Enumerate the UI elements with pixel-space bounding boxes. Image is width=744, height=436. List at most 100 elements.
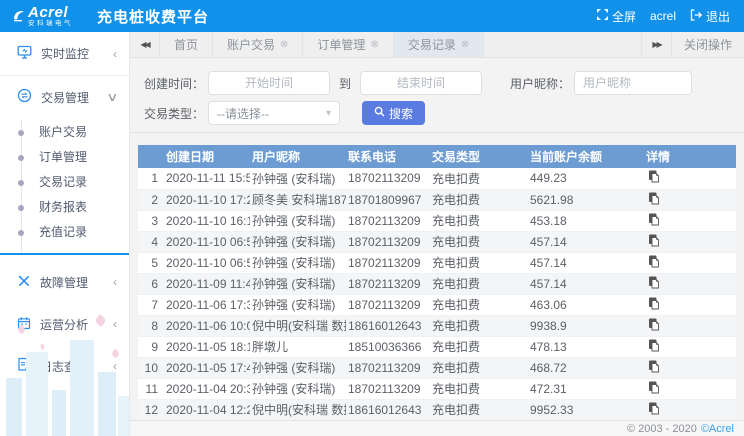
sidebar-item-label: 交易管理 xyxy=(41,89,89,106)
table-row: 1 2020-11-11 15:57:23 孙钟强 (安科瑞) 18702113… xyxy=(138,168,736,189)
page-title: 充电桩收费平台 xyxy=(97,6,209,27)
sidebar-subitem-transaction-record[interactable]: 交易记录 xyxy=(0,170,129,195)
current-username[interactable]: acrel xyxy=(650,9,676,23)
sidebar-item-label: 实时监控 xyxy=(41,45,89,62)
sidebar-item-transaction-mgmt[interactable]: 交易管理 ∨ xyxy=(0,76,129,118)
tab-close-icon[interactable]: ⊗ xyxy=(370,40,378,50)
col-phone: 联系电话 xyxy=(346,145,430,168)
cell-transaction-type: 充电扣费 xyxy=(430,357,528,378)
nickname-input[interactable] xyxy=(574,71,692,95)
acrel-footer-link[interactable]: ©Acrel xyxy=(701,423,734,435)
logout-label: 退出 xyxy=(706,8,730,25)
app-header: Acrel 安科瑞电气 充电桩收费平台 全屏 acrel 退出 xyxy=(0,0,744,32)
cell-balance: 9952.33 xyxy=(528,399,644,420)
sidebar-subitem-account-transaction[interactable]: 账户交易 xyxy=(0,120,129,145)
end-time-input[interactable] xyxy=(360,71,482,95)
cell-balance: 457.14 xyxy=(528,231,644,252)
row-index: 12 xyxy=(138,399,164,420)
detail-copy-icon[interactable] xyxy=(648,276,660,289)
detail-copy-icon[interactable] xyxy=(648,192,660,205)
chevron-down-icon: ∨ xyxy=(106,90,118,104)
cell-balance: 468.72 xyxy=(528,357,644,378)
col-create-date: 创建日期 xyxy=(164,145,250,168)
table-row: 11 2020-11-04 20:37:02 孙钟强 (安科瑞) 1870211… xyxy=(138,378,736,399)
brand-logo: Acrel 安科瑞电气 xyxy=(0,5,83,28)
cell-transaction-type: 充电扣费 xyxy=(430,294,528,315)
table-row: 3 2020-11-10 16:18:58 孙钟强 (安科瑞) 18702113… xyxy=(138,210,736,231)
cell-create-date: 2020-11-10 16:18:58 xyxy=(164,210,250,231)
table-row: 8 2020-11-06 10:02:33 倪中明(安科瑞 数据部)18 186… xyxy=(138,315,736,336)
brand-name: Acrel xyxy=(28,5,73,20)
fullscreen-button[interactable]: 全屏 xyxy=(597,8,636,25)
cell-transaction-type: 充电扣费 xyxy=(430,189,528,210)
cell-phone: 18701809967 xyxy=(346,189,430,210)
logout-button[interactable]: 退出 xyxy=(690,8,730,25)
fault-tools-icon xyxy=(17,274,31,291)
detail-copy-icon[interactable] xyxy=(648,360,660,373)
close-operations-button[interactable]: 关闭操作 xyxy=(671,32,744,57)
cell-balance: 457.14 xyxy=(528,252,644,273)
tab-home[interactable]: 首页 xyxy=(160,32,213,57)
sidebar-item-fault-mgmt[interactable]: 故障管理 ‹ xyxy=(0,261,129,303)
scroll-tabs-left-icon[interactable]: ◀◀ xyxy=(130,32,160,57)
logout-icon xyxy=(690,9,702,24)
sidebar-subitem-finance-report[interactable]: 财务报表 xyxy=(0,195,129,220)
chevron-left-icon: ‹ xyxy=(113,317,117,331)
row-index: 9 xyxy=(138,336,164,357)
start-time-input[interactable] xyxy=(208,71,330,95)
row-index: 1 xyxy=(138,168,164,189)
scroll-tabs-right-icon[interactable]: ▶▶ xyxy=(641,32,671,57)
row-index: 6 xyxy=(138,273,164,294)
detail-copy-icon[interactable] xyxy=(648,339,660,352)
sidebar-item-realtime-monitor[interactable]: 实时监控 ‹ xyxy=(0,32,129,76)
search-button-label: 搜索 xyxy=(389,105,413,122)
cell-transaction-type: 充电扣费 xyxy=(430,336,528,357)
table-row: 12 2020-11-04 12:26:31 倪中明(安科瑞 数据部)18 18… xyxy=(138,399,736,420)
chevron-left-icon: ‹ xyxy=(113,47,117,61)
transaction-type-select[interactable]: --请选择-- ▾ xyxy=(208,101,340,125)
detail-copy-icon[interactable] xyxy=(648,170,660,183)
detail-copy-icon[interactable] xyxy=(648,297,660,310)
cell-create-date: 2020-11-06 10:02:33 xyxy=(164,315,250,336)
table-body: 1 2020-11-11 15:57:23 孙钟强 (安科瑞) 18702113… xyxy=(138,168,736,420)
table-row: 4 2020-11-10 06:52:59 孙钟强 (安科瑞) 18702113… xyxy=(138,231,736,252)
sidebar-subitem-recharge-record[interactable]: 充值记录 xyxy=(0,220,129,245)
detail-copy-icon[interactable] xyxy=(648,318,660,331)
cell-balance: 457.14 xyxy=(528,273,644,294)
sidebar-subitem-order-mgmt[interactable]: 订单管理 xyxy=(0,145,129,170)
cell-create-date: 2020-11-10 17:26:11 xyxy=(164,189,250,210)
tab-account-transaction[interactable]: 账户交易 ⊗ xyxy=(213,32,303,57)
tab-label: 首页 xyxy=(174,36,198,53)
detail-copy-icon[interactable] xyxy=(648,255,660,268)
row-index: 7 xyxy=(138,294,164,315)
tab-order-mgmt[interactable]: 订单管理 ⊗ xyxy=(303,32,393,57)
tab-transaction-record[interactable]: 交易记录 ⊗ xyxy=(394,32,484,57)
sidebar-item-label: 故障管理 xyxy=(40,274,88,291)
col-transaction-type: 交易类型 xyxy=(430,145,528,168)
cell-nickname: 孙钟强 (安科瑞) xyxy=(250,210,346,231)
detail-copy-icon[interactable] xyxy=(648,213,660,226)
cell-balance: 478.13 xyxy=(528,336,644,357)
sidebar-item-label: 运营分析 xyxy=(40,316,88,333)
detail-copy-icon[interactable] xyxy=(648,234,660,247)
tab-close-icon[interactable]: ⊗ xyxy=(280,40,288,50)
cell-create-date: 2020-11-05 17:48:59 xyxy=(164,357,250,378)
table-row: 10 2020-11-05 17:48:59 孙钟强 (安科瑞) 1870211… xyxy=(138,357,736,378)
close-operations-label: 关闭操作 xyxy=(684,36,732,53)
cell-phone: 18510036366 xyxy=(346,336,430,357)
tab-close-icon[interactable]: ⊗ xyxy=(461,40,469,50)
row-index: 8 xyxy=(138,315,164,336)
search-icon xyxy=(374,106,385,120)
sidebar: 实时监控 ‹ 交易管理 ∨ 账户交易 订单管理 交易记录 财务报表 充值记录 故… xyxy=(0,32,130,436)
cell-transaction-type: 充电扣费 xyxy=(430,315,528,336)
cell-nickname: 孙钟强 (安科瑞) xyxy=(250,273,346,294)
detail-copy-icon[interactable] xyxy=(648,402,660,415)
sidebar-item-log-view[interactable]: 日志查看 ‹ xyxy=(0,345,129,387)
search-button[interactable]: 搜索 xyxy=(362,101,425,125)
acrel-logo-icon xyxy=(12,9,25,23)
tab-bar: ◀◀ 首页 账户交易 ⊗ 订单管理 ⊗ 交易记录 ⊗ ▶▶ 关闭操作 xyxy=(130,32,744,58)
sidebar-item-operation-analysis[interactable]: 运营分析 ‹ xyxy=(0,303,129,345)
tab-label: 订单管理 xyxy=(317,36,365,53)
detail-copy-icon[interactable] xyxy=(648,381,660,394)
cell-phone: 18702113209 xyxy=(346,252,430,273)
